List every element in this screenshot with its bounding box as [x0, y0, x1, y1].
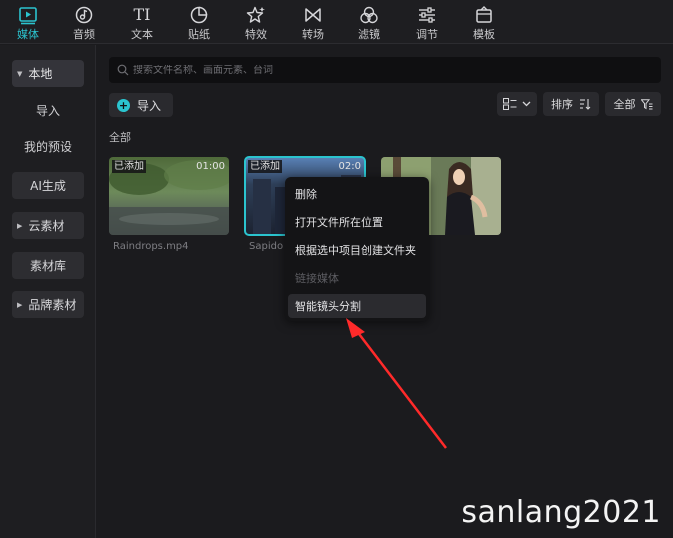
annotation-arrow: [346, 318, 447, 449]
watermark: sanlang2021: [461, 495, 661, 530]
